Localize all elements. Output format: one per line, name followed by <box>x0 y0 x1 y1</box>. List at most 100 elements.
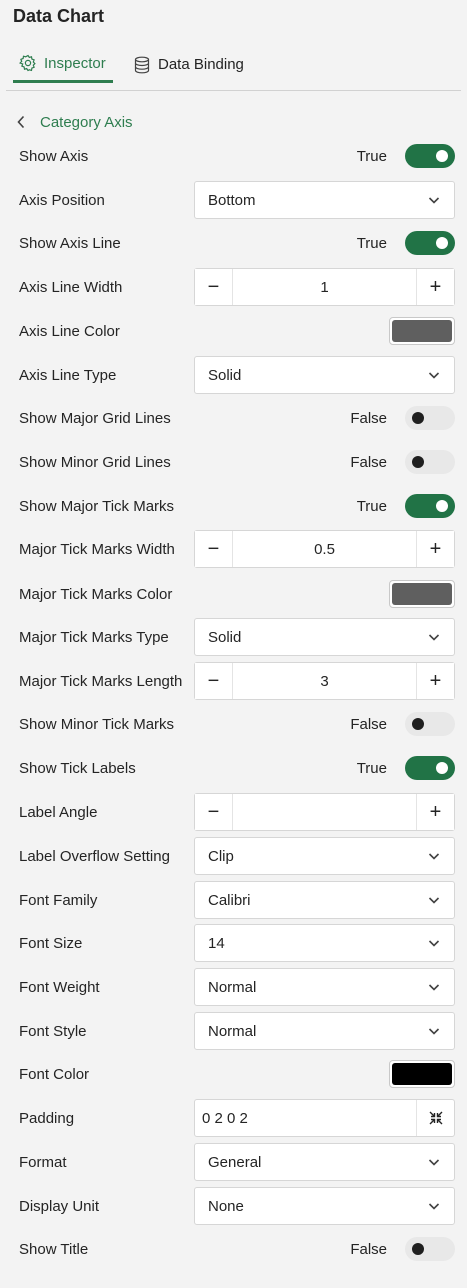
font-color-label: Font Color <box>19 1065 90 1083</box>
show-minor-ticks-label: Show Minor Tick Marks <box>19 715 175 733</box>
chevron-down-icon <box>428 632 440 642</box>
label-overflow-select[interactable]: Clip <box>194 837 455 875</box>
font-weight-select[interactable]: Normal <box>194 968 455 1006</box>
row-major-ticks-color: Major Tick Marks Color <box>19 575 455 613</box>
toggle-knob <box>436 762 448 774</box>
font-style-label: Font Style <box>19 1022 87 1040</box>
row-show-minor-ticks: Show Minor Tick Marks False <box>19 705 455 743</box>
show-axis-line-toggle[interactable] <box>405 231 455 255</box>
font-family-label: Font Family <box>19 891 98 909</box>
tab-data-binding[interactable]: Data Binding <box>133 46 244 83</box>
axis-line-type-label: Axis Line Type <box>19 366 117 384</box>
font-size-label: Font Size <box>19 934 83 952</box>
show-major-grid-value: False <box>350 409 387 427</box>
show-title-toggle[interactable] <box>405 1237 455 1261</box>
row-axis-line-color: Axis Line Color <box>19 312 455 350</box>
show-minor-grid-label: Show Minor Grid Lines <box>19 453 171 471</box>
padding-field: 0 2 0 2 <box>194 1099 455 1137</box>
show-axis-line-label: Show Axis Line <box>19 234 121 252</box>
row-font-style: Font Style Normal <box>19 1012 455 1050</box>
row-show-major-ticks: Show Major Tick Marks True <box>19 487 455 525</box>
axis-line-type-select[interactable]: Solid <box>194 356 455 394</box>
font-style-select[interactable]: Normal <box>194 1012 455 1050</box>
increment-button[interactable]: + <box>416 531 454 567</box>
font-family-select[interactable]: Calibri <box>194 881 455 919</box>
show-major-ticks-toggle[interactable] <box>405 494 455 518</box>
show-axis-label: Show Axis <box>19 147 89 165</box>
row-axis-position: Axis Position Bottom <box>19 181 455 219</box>
row-label-overflow: Label Overflow Setting Clip <box>19 837 455 875</box>
chevron-down-icon <box>428 195 440 205</box>
show-axis-toggle[interactable] <box>405 144 455 168</box>
row-show-minor-grid: Show Minor Grid Lines False <box>19 443 455 481</box>
display-unit-value: None <box>208 1197 244 1215</box>
toggle-knob <box>412 456 424 468</box>
show-minor-grid-toggle[interactable] <box>405 450 455 474</box>
row-display-unit: Display Unit None <box>19 1187 455 1225</box>
show-tick-labels-value: True <box>356 759 387 777</box>
row-show-axis: Show Axis True <box>19 137 455 175</box>
tab-inspector-label: Inspector <box>44 54 106 72</box>
format-label: Format <box>19 1153 67 1171</box>
decrement-button[interactable]: − <box>195 269 233 305</box>
show-axis-line-value: True <box>356 234 387 252</box>
major-ticks-color-label: Major Tick Marks Color <box>19 585 173 603</box>
font-weight-value: Normal <box>208 978 257 996</box>
header-divider <box>6 90 461 91</box>
show-axis-value: True <box>356 147 387 165</box>
axis-line-color-swatch[interactable] <box>389 317 455 345</box>
tab-data-binding-label: Data Binding <box>158 56 244 73</box>
padding-value[interactable]: 0 2 0 2 <box>195 1110 416 1127</box>
label-angle-label: Label Angle <box>19 803 98 821</box>
font-color-swatch[interactable] <box>389 1060 455 1088</box>
chevron-down-icon <box>428 982 440 992</box>
padding-collapse-button[interactable] <box>416 1100 454 1136</box>
row-font-size: Font Size 14 <box>19 924 455 962</box>
database-icon <box>133 56 151 74</box>
axis-line-width-stepper: − 1 + <box>194 268 455 306</box>
font-size-select[interactable]: 14 <box>194 924 455 962</box>
increment-button[interactable]: + <box>416 794 454 830</box>
major-ticks-length-value[interactable]: 3 <box>233 673 416 690</box>
row-font-weight: Font Weight Normal <box>19 968 455 1006</box>
major-ticks-type-label: Major Tick Marks Type <box>19 628 169 646</box>
axis-line-width-value[interactable]: 1 <box>233 279 416 296</box>
tab-inspector[interactable]: Inspector <box>13 46 113 83</box>
format-select[interactable]: General <box>194 1143 455 1181</box>
axis-line-type-value: Solid <box>208 366 242 384</box>
row-major-ticks-length: Major Tick Marks Length − 3 + <box>19 662 455 700</box>
show-title-value: False <box>350 1240 387 1258</box>
font-family-value: Calibri <box>208 891 251 909</box>
label-overflow-value: Clip <box>208 847 234 865</box>
major-ticks-type-select[interactable]: Solid <box>194 618 455 656</box>
decrement-button[interactable]: − <box>195 794 233 830</box>
show-major-ticks-value: True <box>356 497 387 515</box>
display-unit-label: Display Unit <box>19 1197 100 1215</box>
row-major-ticks-type: Major Tick Marks Type Solid <box>19 618 455 656</box>
decrement-button[interactable]: − <box>195 663 233 699</box>
major-ticks-color-swatch[interactable] <box>389 580 455 608</box>
major-ticks-width-stepper: − 0.5 + <box>194 530 455 568</box>
show-minor-ticks-toggle[interactable] <box>405 712 455 736</box>
show-tick-labels-toggle[interactable] <box>405 756 455 780</box>
font-style-value: Normal <box>208 1022 257 1040</box>
row-padding: Padding 0 2 0 2 <box>19 1099 455 1137</box>
font-weight-label: Font Weight <box>19 978 100 996</box>
tab-bar: Inspector Data Binding <box>13 46 463 84</box>
display-unit-select[interactable]: None <box>194 1187 455 1225</box>
chevron-down-icon <box>428 1026 440 1036</box>
toggle-knob <box>436 237 448 249</box>
gear-icon <box>19 54 37 72</box>
increment-button[interactable]: + <box>416 269 454 305</box>
axis-position-select[interactable]: Bottom <box>194 181 455 219</box>
increment-button[interactable]: + <box>416 663 454 699</box>
back-category-axis[interactable]: Category Axis <box>17 111 133 133</box>
row-font-family: Font Family Calibri <box>19 881 455 919</box>
color-fill <box>392 583 452 605</box>
decrement-button[interactable]: − <box>195 531 233 567</box>
color-fill <box>392 1063 452 1085</box>
row-label-angle: Label Angle − + <box>19 793 455 831</box>
row-axis-line-type: Axis Line Type Solid <box>19 356 455 394</box>
major-ticks-width-value[interactable]: 0.5 <box>233 541 416 558</box>
show-major-grid-toggle[interactable] <box>405 406 455 430</box>
